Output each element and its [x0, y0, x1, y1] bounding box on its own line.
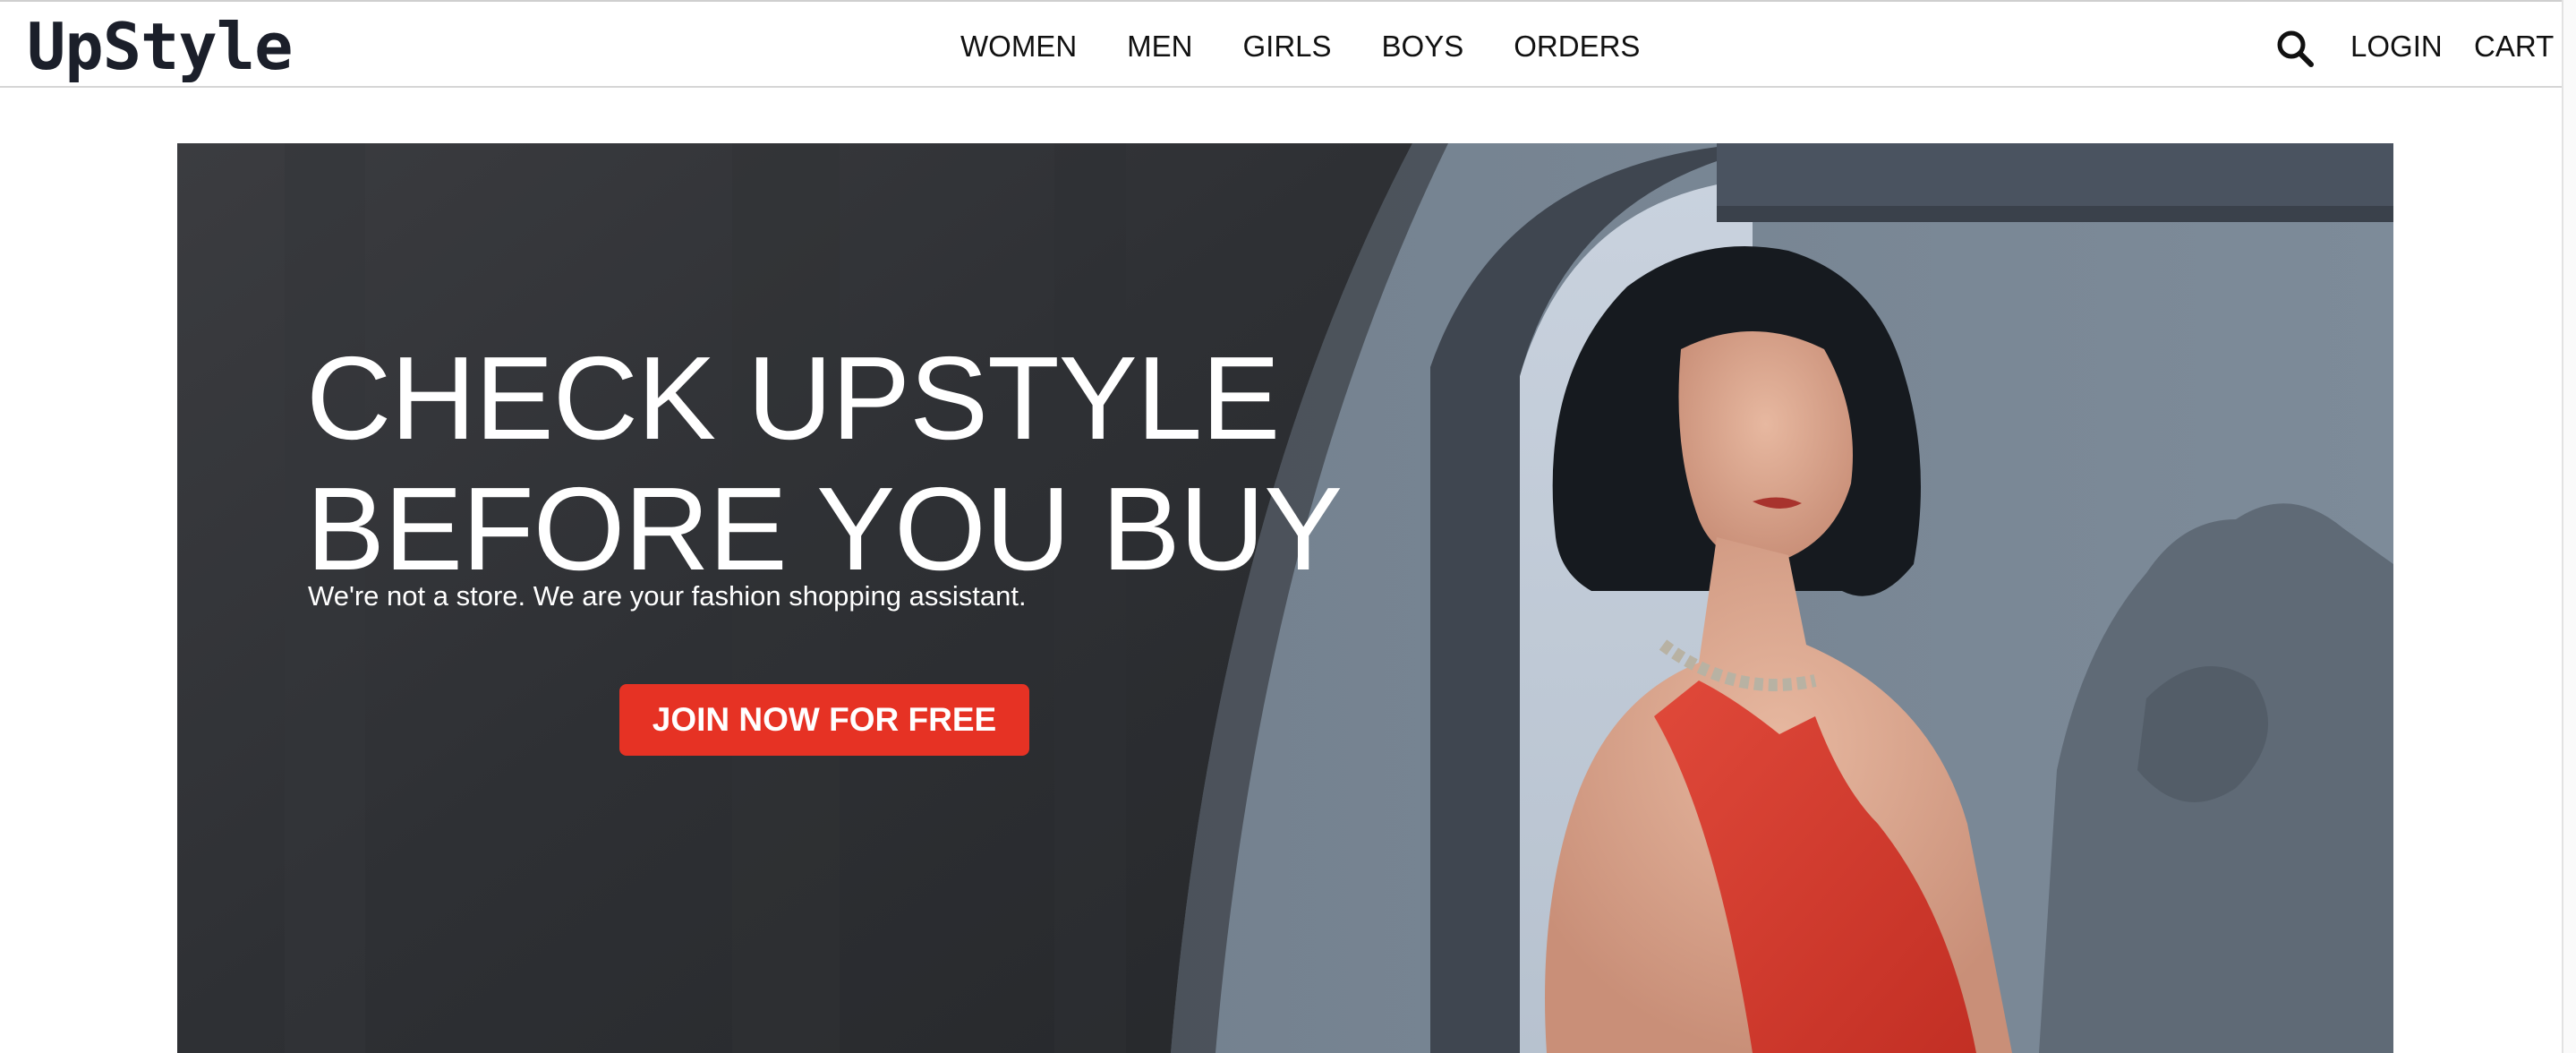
- brand-logo[interactable]: UpStyle: [27, 9, 293, 84]
- join-now-button[interactable]: JOIN NOW FOR FREE: [619, 684, 1029, 756]
- hero-headline-line-2: BEFORE YOU BUY: [306, 463, 1343, 595]
- search-icon[interactable]: [2275, 29, 2315, 68]
- vertical-scrollbar[interactable]: [2562, 0, 2576, 1053]
- login-link[interactable]: LOGIN: [2350, 27, 2443, 66]
- hero-headline-line-1: CHECK UPSTYLE: [306, 332, 1280, 464]
- page: UpStyle WOMEN MEN GIRLS BOYS ORDERS LOGI…: [0, 0, 2576, 1053]
- nav-item-girls[interactable]: GIRLS: [1243, 27, 1332, 66]
- cart-link[interactable]: CART: [2474, 27, 2554, 66]
- hero-banner: CHECK UPSTYLE BEFORE YOU BUY We're not a…: [177, 143, 2393, 1053]
- nav-item-men[interactable]: MEN: [1127, 27, 1192, 66]
- hero-headline: CHECK UPSTYLE BEFORE YOU BUY: [306, 333, 1559, 595]
- nav-item-orders[interactable]: ORDERS: [1514, 27, 1640, 66]
- nav-item-women[interactable]: WOMEN: [960, 27, 1077, 66]
- main-nav: WOMEN MEN GIRLS BOYS ORDERS: [960, 27, 1640, 66]
- nav-item-boys[interactable]: BOYS: [1382, 27, 1464, 66]
- hero-subtitle: We're not a store. We are your fashion s…: [308, 580, 1027, 612]
- top-navigation-bar: UpStyle WOMEN MEN GIRLS BOYS ORDERS LOGI…: [0, 0, 2562, 88]
